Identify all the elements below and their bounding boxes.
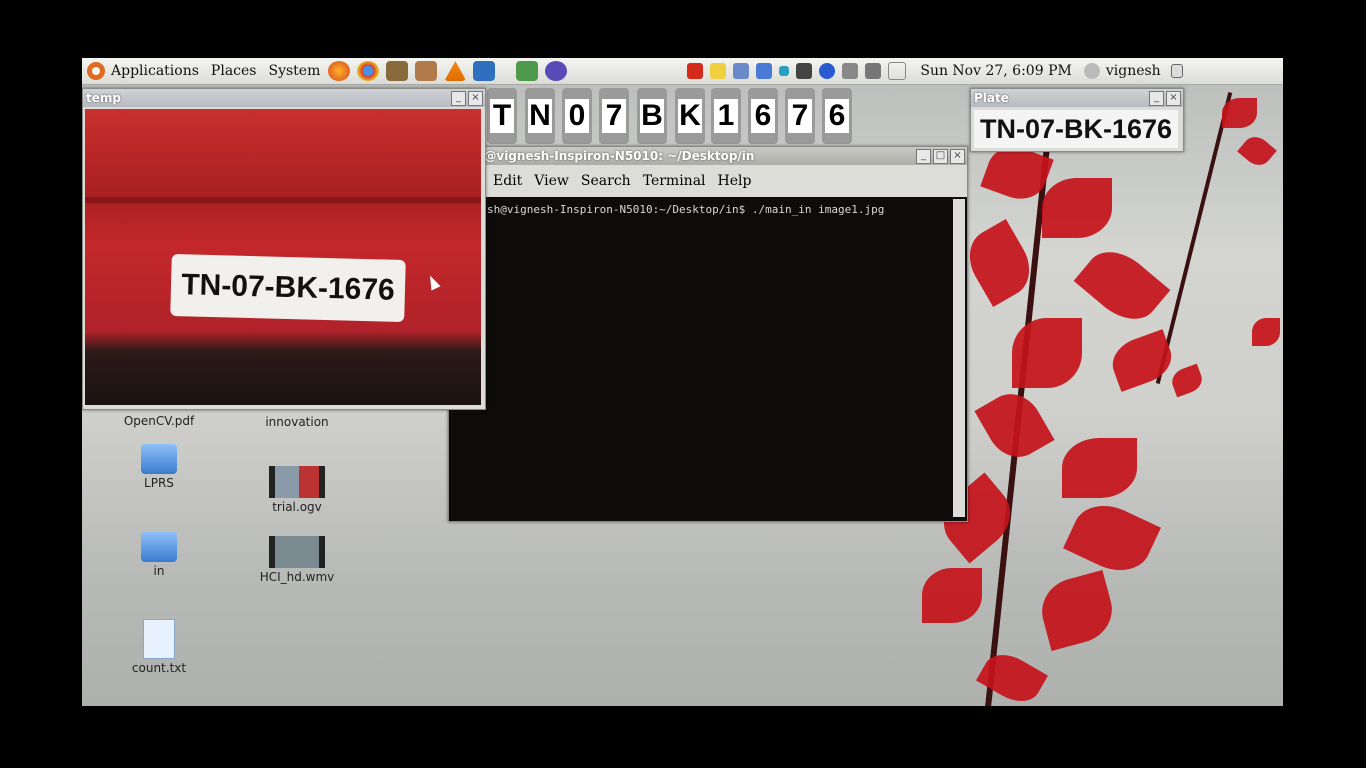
char-window: B <box>637 88 667 144</box>
close-button[interactable]: × <box>468 90 483 106</box>
close-button[interactable]: × <box>950 148 965 164</box>
temp-titlebar[interactable]: temp _ × <box>83 89 485 107</box>
ubuntu-logo-icon[interactable] <box>87 62 105 80</box>
video-file-icon <box>269 466 325 498</box>
desktop-icon-hci-hd-wmv[interactable]: HCI_hd.wmv <box>242 536 352 584</box>
plate-title: Plate <box>974 91 1009 105</box>
minimize-button[interactable]: _ <box>1149 90 1164 106</box>
char-6: 1 <box>714 99 738 133</box>
vlc-icon[interactable] <box>444 61 467 81</box>
desktop-icon-label: HCI_hd.wmv <box>259 570 335 584</box>
char-0: T <box>490 99 514 133</box>
shutdown-icon[interactable] <box>1170 64 1183 78</box>
plate-result: TN-07-BK-1676 <box>974 110 1178 148</box>
volume-icon[interactable] <box>865 63 882 79</box>
desktop-icon-label: innovation <box>265 415 329 429</box>
desktop-screen: Applications Places System Sun Nov 27, 6 <box>82 58 1283 706</box>
terminal-titlebar[interactable]: nesh@vignesh-Inspiron-N5010: ~/Desktop/i… <box>449 147 967 165</box>
char-window: K <box>675 88 705 144</box>
car-image: TN-07-BK-1676 <box>85 109 481 405</box>
terminal-output[interactable]: sh@vignesh-Inspiron-N5010:~/Desktop/in$ … <box>487 203 884 216</box>
archive-icon[interactable] <box>386 61 409 81</box>
desktop-icon-label: in <box>153 564 165 578</box>
desktop-icon-label: OpenCV.pdf <box>123 414 195 428</box>
segmented-characters: T N 0 7 B K 1 6 7 6 <box>487 58 857 148</box>
panel-clock[interactable]: Sun Nov 27, 6:09 PM <box>914 63 1077 79</box>
desktop-icon-label: trial.ogv <box>272 500 322 514</box>
char-window: 1 <box>711 88 741 144</box>
char-window: 6 <box>748 88 778 144</box>
menu-applications[interactable]: Applications <box>105 63 205 79</box>
menu-search[interactable]: Search <box>581 173 631 189</box>
desktop-icon-trial-ogv[interactable]: trial.ogv <box>242 466 352 514</box>
package-icon[interactable] <box>415 61 438 81</box>
mail-icon[interactable] <box>888 62 907 80</box>
chrome-icon[interactable] <box>357 61 380 81</box>
text-file-icon <box>143 619 175 659</box>
char-window: 7 <box>599 88 629 144</box>
menu-edit[interactable]: Edit <box>493 173 522 189</box>
menu-help[interactable]: Help <box>718 173 752 189</box>
char-window: 7 <box>785 88 815 144</box>
menu-view[interactable]: View <box>534 173 569 189</box>
terminal-window: nesh@vignesh-Inspiron-N5010: ~/Desktop/i… <box>448 146 968 522</box>
folder-icon <box>141 532 177 562</box>
license-plate: TN-07-BK-1676 <box>170 253 406 323</box>
terminal-title: nesh@vignesh-Inspiron-N5010: ~/Desktop/i… <box>452 149 755 163</box>
plate-window: Plate _ × TN-07-BK-1676 <box>970 88 1184 152</box>
plate-titlebar[interactable]: Plate _ × <box>971 89 1183 107</box>
desktop-icon-label: count.txt <box>131 661 187 675</box>
char-window: N <box>525 88 555 144</box>
char-7: 6 <box>751 99 775 133</box>
desktop-icon-opencv-pdf[interactable]: OpenCV.pdf <box>104 414 214 428</box>
desktop-icon-lprs[interactable]: LPRS <box>104 444 214 490</box>
firefox-icon[interactable] <box>328 61 351 81</box>
desktop-icon-in[interactable]: in <box>104 532 214 578</box>
char-window: 6 <box>822 88 852 144</box>
menu-terminal[interactable]: Terminal <box>643 173 706 189</box>
minimize-button[interactable]: _ <box>451 90 466 106</box>
char-4: B <box>640 99 664 133</box>
desktop-icon-label: LPRS <box>144 476 174 490</box>
temp-title: temp <box>86 91 121 105</box>
char-3: 7 <box>602 99 626 133</box>
terminal-menubar: Edit View Search Terminal Help <box>449 165 967 197</box>
video-file-icon <box>269 536 325 568</box>
temp-window: temp _ × TN-07-BK-1676 <box>82 88 486 410</box>
char-5: K <box>678 99 702 133</box>
char-window: 0 <box>562 88 592 144</box>
maximize-button[interactable]: □ <box>933 148 948 164</box>
char-9: 6 <box>825 99 849 133</box>
menu-places[interactable]: Places <box>205 63 263 79</box>
terminal-scrollbar[interactable] <box>953 199 965 517</box>
panel-user[interactable]: vignesh <box>1100 63 1167 79</box>
desktop-icon-count-txt[interactable]: count.txt <box>104 619 214 675</box>
char-8: 7 <box>788 99 812 133</box>
minimize-button[interactable]: _ <box>916 148 931 164</box>
close-button[interactable]: × <box>1166 90 1181 106</box>
user-icon <box>1083 63 1100 79</box>
folder-icon <box>141 444 177 474</box>
char-2: 0 <box>565 99 589 133</box>
menu-system[interactable]: System <box>262 63 326 79</box>
char-1: N <box>528 99 552 133</box>
desktop-icon-innovation[interactable]: innovation <box>242 415 352 429</box>
char-window: T <box>487 88 517 144</box>
